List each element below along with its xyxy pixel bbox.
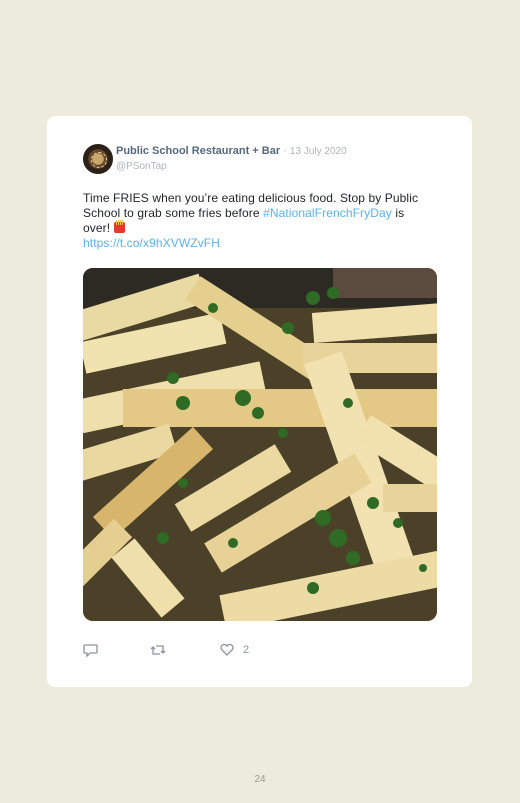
- tweet-text: Time FRIES when you’re eating delicious …: [83, 191, 433, 251]
- tweet-photo[interactable]: [83, 268, 437, 621]
- retweet-icon[interactable]: [150, 642, 166, 658]
- avatar[interactable]: [83, 144, 113, 174]
- page-number: 24: [254, 774, 266, 785]
- meta-separator: ·: [283, 145, 287, 157]
- like-count: 2: [243, 644, 250, 656]
- french-fries-icon: [113, 220, 125, 233]
- reply-icon[interactable]: [83, 642, 99, 658]
- tweet-date[interactable]: 13 July 2020: [290, 146, 347, 157]
- author-name[interactable]: Public School Restaurant + Bar: [116, 145, 280, 157]
- tweet-actions: 2: [83, 642, 433, 658]
- author-handle[interactable]: @PSonTap: [116, 160, 436, 173]
- heart-icon[interactable]: [219, 642, 235, 658]
- hashtag-link[interactable]: #NationalFrenchFryDay: [263, 206, 392, 220]
- tweet-card: Public School Restaurant + Bar · 13 July…: [47, 116, 472, 687]
- tweet-url-link[interactable]: https://t.co/x9hXVWZvFH: [83, 236, 220, 250]
- author-line: Public School Restaurant + Bar · 13 July…: [116, 144, 436, 159]
- tweet-header: Public School Restaurant + Bar · 13 July…: [116, 144, 436, 173]
- fries-photo: [83, 268, 437, 621]
